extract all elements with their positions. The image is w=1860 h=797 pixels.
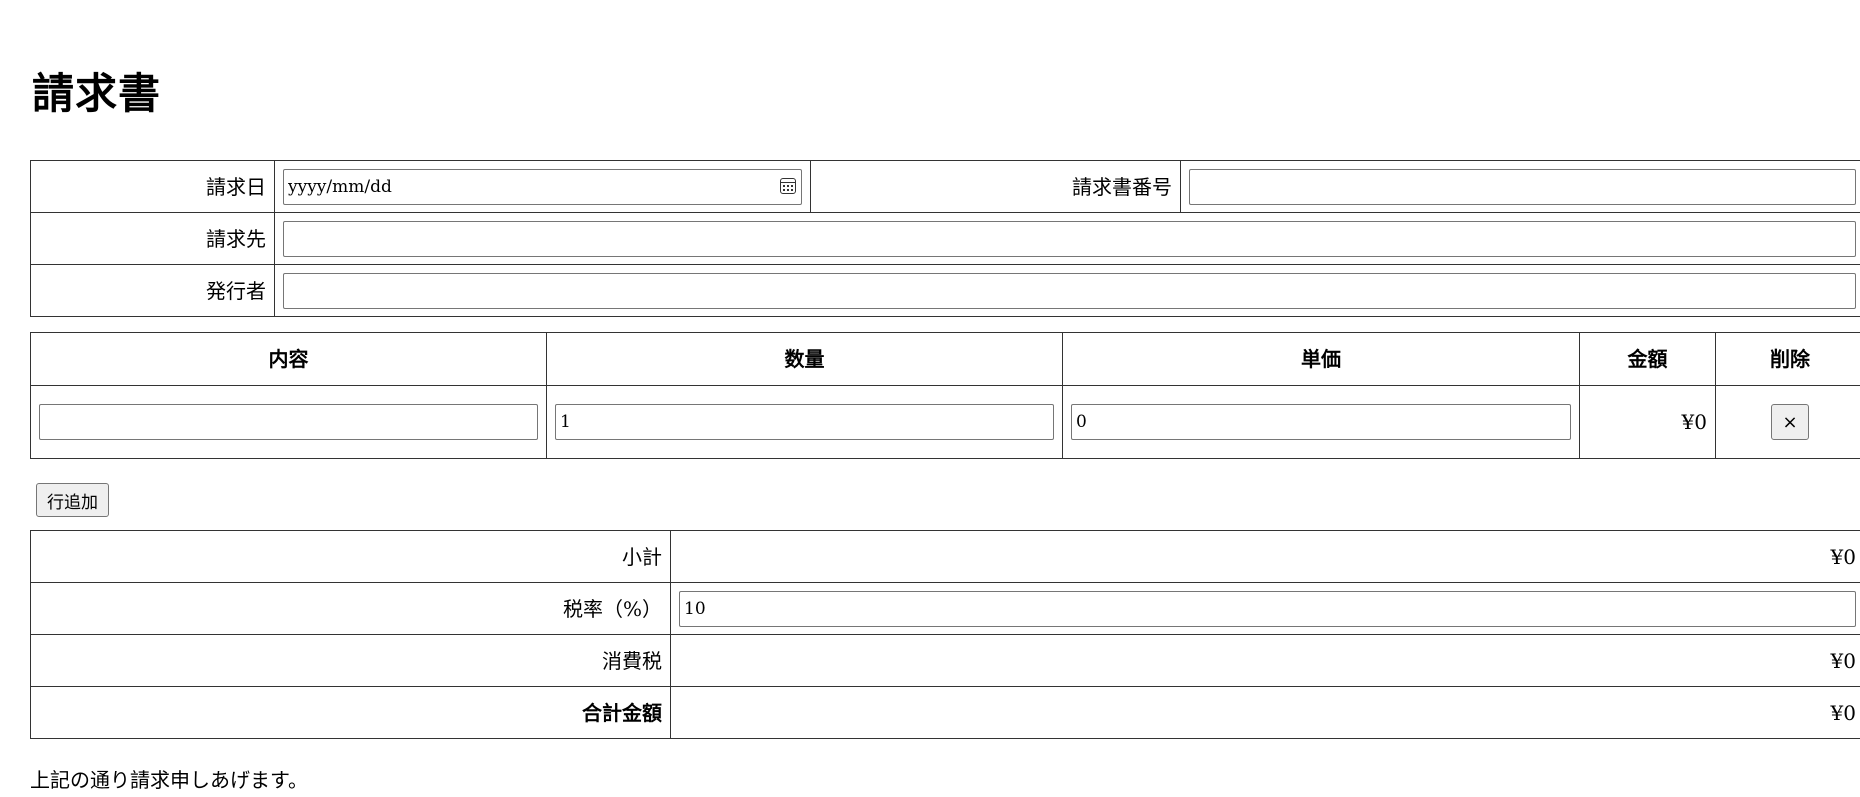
quantity-input[interactable] <box>555 404 1054 440</box>
info-row-client: 請求先 <box>30 212 1860 265</box>
grand-total-row: 合計金額 ¥0 <box>30 686 1860 739</box>
grand-total-value: ¥0 <box>670 686 1860 739</box>
table-row: ¥0 × <box>30 385 1860 459</box>
calendar-icon[interactable] <box>780 177 796 194</box>
date-picker <box>283 168 802 205</box>
subtotal-row: 小計 ¥0 <box>30 530 1860 583</box>
unit-price-input[interactable] <box>1071 404 1571 440</box>
info-row-date: 請求日 請求書番号 <box>30 160 1860 213</box>
unit-price-cell <box>1062 385 1580 459</box>
header-delete: 削除 <box>1715 332 1860 386</box>
client-input[interactable] <box>283 220 1856 257</box>
date-label: 請求日 <box>30 160 275 213</box>
client-label: 請求先 <box>30 212 275 265</box>
add-row-button[interactable]: 行追加 <box>36 483 109 517</box>
invoice-info-table: 請求日 請求書番号 請求先 発行者 <box>30 160 1860 317</box>
totals-table: 小計 ¥0 税率（%） 消費税 ¥0 合計金額 ¥0 <box>30 530 1860 739</box>
subtotal-label: 小計 <box>30 530 671 583</box>
header-quantity: 数量 <box>546 332 1063 386</box>
issuer-input[interactable] <box>283 272 1856 309</box>
date-input[interactable] <box>283 168 802 205</box>
content-cell <box>30 385 547 459</box>
amount-value: ¥0 <box>1579 385 1716 459</box>
subtotal-value: ¥0 <box>670 530 1860 583</box>
invoice-number-cell <box>1180 160 1860 213</box>
tax-label: 消費税 <box>30 634 671 687</box>
tax-rate-label: 税率（%） <box>30 582 671 635</box>
page-title: 請求書 <box>32 69 162 118</box>
header-content: 内容 <box>30 332 547 386</box>
header-amount: 金額 <box>1579 332 1716 386</box>
issuer-label: 発行者 <box>30 264 275 317</box>
client-cell <box>274 212 1860 265</box>
tax-rate-cell <box>670 582 1860 635</box>
content-input[interactable] <box>39 404 538 440</box>
issuer-cell <box>274 264 1860 317</box>
tax-value: ¥0 <box>670 634 1860 687</box>
header-unit-price: 単価 <box>1062 332 1580 386</box>
items-header-row: 内容 数量 単価 金額 削除 <box>30 332 1860 386</box>
line-items-table: 内容 数量 単価 金額 削除 ¥0 × <box>30 332 1860 459</box>
grand-total-label: 合計金額 <box>30 686 671 739</box>
invoice-number-label: 請求書番号 <box>810 160 1181 213</box>
tax-rate-input[interactable] <box>679 590 1856 627</box>
closing-text: 上記の通り請求申しあげます。 <box>30 768 308 792</box>
delete-row-button[interactable]: × <box>1771 404 1809 440</box>
date-cell <box>274 160 811 213</box>
delete-cell: × <box>1715 385 1860 459</box>
tax-rate-row: 税率（%） <box>30 582 1860 635</box>
invoice-number-input[interactable] <box>1189 168 1856 205</box>
tax-row: 消費税 ¥0 <box>30 634 1860 687</box>
quantity-cell <box>546 385 1063 459</box>
info-row-issuer: 発行者 <box>30 264 1860 317</box>
